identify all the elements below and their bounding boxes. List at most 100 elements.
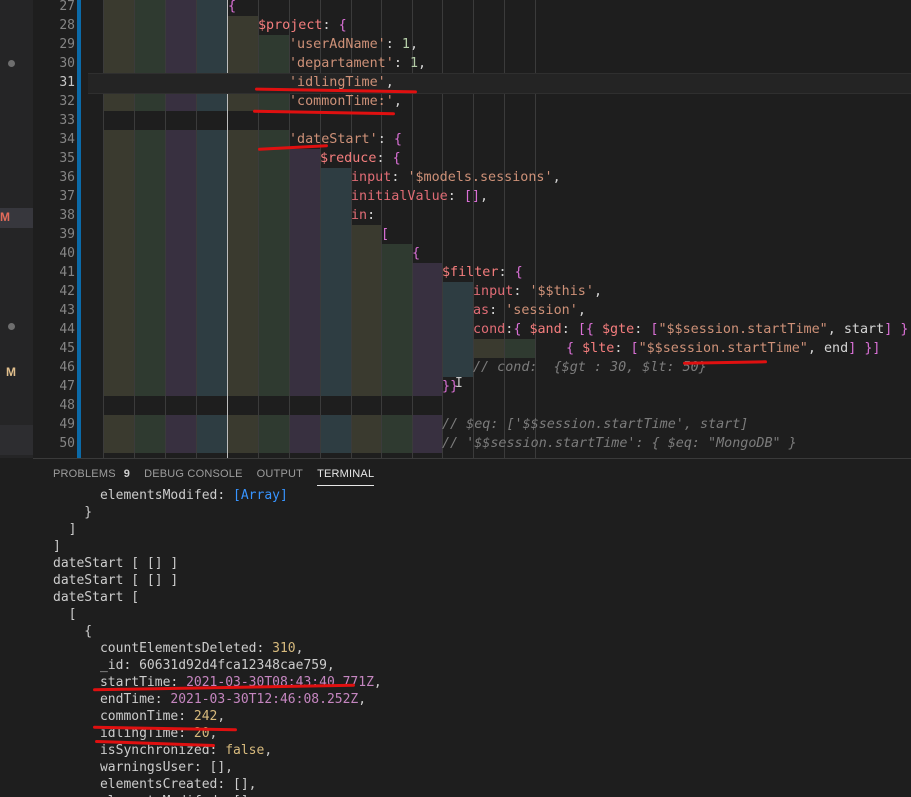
indent-band [165, 244, 196, 263]
code-line: 'commonTime:', [289, 94, 402, 109]
indent-band [196, 54, 227, 73]
code-editor[interactable]: 27 {28 $project: {29 'userAdName': 1, 30 'dep… [33, 0, 911, 458]
indent-band [442, 282, 473, 301]
indent-band [289, 225, 320, 244]
line-number: 29 [59, 37, 75, 52]
line-number: 35 [59, 151, 75, 166]
line-number: 39 [59, 227, 75, 242]
indent-band [289, 168, 320, 187]
indent-band [196, 149, 227, 168]
git-modified-badge: M [0, 210, 10, 224]
indent-band [227, 149, 258, 168]
indent-band [227, 358, 258, 377]
indent-band [227, 320, 258, 339]
line-number: 50 [59, 436, 75, 451]
indent-band [289, 415, 320, 434]
terminal-line: elementsModifed: [Array] [53, 488, 288, 503]
indent-band [320, 377, 351, 396]
indent-band [165, 415, 196, 434]
indent-band [258, 187, 289, 206]
code-line: $reduce: { [320, 151, 401, 166]
terminal-line: endTime: 2021-03-30T12:46:08.252Z, [53, 692, 367, 707]
git-modified-badge: M [6, 365, 16, 379]
terminal-output[interactable]: elementsModifed: [Array] } ]] dateStart [… [53, 487, 903, 797]
indent-band [134, 263, 165, 282]
sidebar-row[interactable] [0, 425, 33, 455]
indent-band [165, 320, 196, 339]
line-number: 48 [59, 398, 75, 413]
indent-band [351, 282, 381, 301]
bottom-panel: PROBLEMS 9 DEBUG CONSOLE OUTPUT TERMINAL … [33, 458, 911, 797]
indent-band [196, 0, 227, 16]
indent-band [165, 92, 196, 111]
indent-band [412, 415, 442, 434]
indent-band [289, 149, 320, 168]
indent-band [258, 301, 289, 320]
line-number: 45 [59, 341, 75, 356]
indent-band [258, 415, 289, 434]
indent-band [196, 434, 227, 453]
indent-guide [134, 0, 135, 458]
indent-band [196, 263, 227, 282]
indent-band [381, 282, 412, 301]
indent-guide [473, 0, 474, 458]
terminal-line: dateStart [ [] ] [53, 556, 179, 571]
indent-band [258, 206, 289, 225]
indent-band [381, 434, 412, 453]
tab-output[interactable]: OUTPUT [257, 463, 317, 485]
indent-band [103, 225, 134, 244]
indent-band [504, 339, 535, 358]
indent-band [320, 263, 351, 282]
indent-band [196, 225, 227, 244]
line-number: 44 [59, 322, 75, 337]
line-number: 46 [59, 360, 75, 375]
indent-band [165, 434, 196, 453]
indent-band [134, 206, 165, 225]
indent-band [320, 339, 351, 358]
indent-band [412, 434, 442, 453]
indent-band [165, 358, 196, 377]
indent-band [103, 415, 134, 434]
indent-band [289, 263, 320, 282]
indent-band [134, 358, 165, 377]
indent-band [196, 130, 227, 149]
code-line: as: 'session', [473, 303, 586, 318]
indent-band [320, 282, 351, 301]
modified-dot-icon [8, 323, 15, 330]
indent-band [227, 35, 258, 54]
indent-band [412, 263, 442, 282]
indent-band [442, 320, 473, 339]
indent-band [289, 434, 320, 453]
indent-band [412, 339, 442, 358]
indent-band [196, 187, 227, 206]
indent-band [289, 358, 320, 377]
line-number: 37 [59, 189, 75, 204]
code-line: // cond: {$gt : 30, $lt: 50} [473, 360, 707, 375]
code-line: input: '$models.sessions', [351, 170, 561, 185]
indent-band [289, 301, 320, 320]
indent-band [103, 320, 134, 339]
indent-band [351, 434, 381, 453]
indent-band [381, 358, 412, 377]
indent-band [320, 225, 351, 244]
indent-band [196, 206, 227, 225]
indent-band [227, 301, 258, 320]
tab-problems[interactable]: PROBLEMS 9 [53, 463, 144, 485]
indent-band [196, 244, 227, 263]
indent-band [381, 244, 412, 263]
indent-band [103, 263, 134, 282]
indent-band [134, 92, 165, 111]
line-number: 31 [59, 75, 75, 90]
indent-band [134, 244, 165, 263]
indent-band [320, 187, 351, 206]
indent-band [196, 282, 227, 301]
indent-band [442, 358, 473, 377]
indent-band [196, 415, 227, 434]
indent-band [227, 225, 258, 244]
indent-band [134, 187, 165, 206]
tab-debug-console[interactable]: DEBUG CONSOLE [144, 463, 257, 485]
indent-band [103, 35, 134, 54]
indent-band [258, 168, 289, 187]
line-number: 34 [59, 132, 75, 147]
tab-terminal[interactable]: TERMINAL [317, 463, 388, 486]
